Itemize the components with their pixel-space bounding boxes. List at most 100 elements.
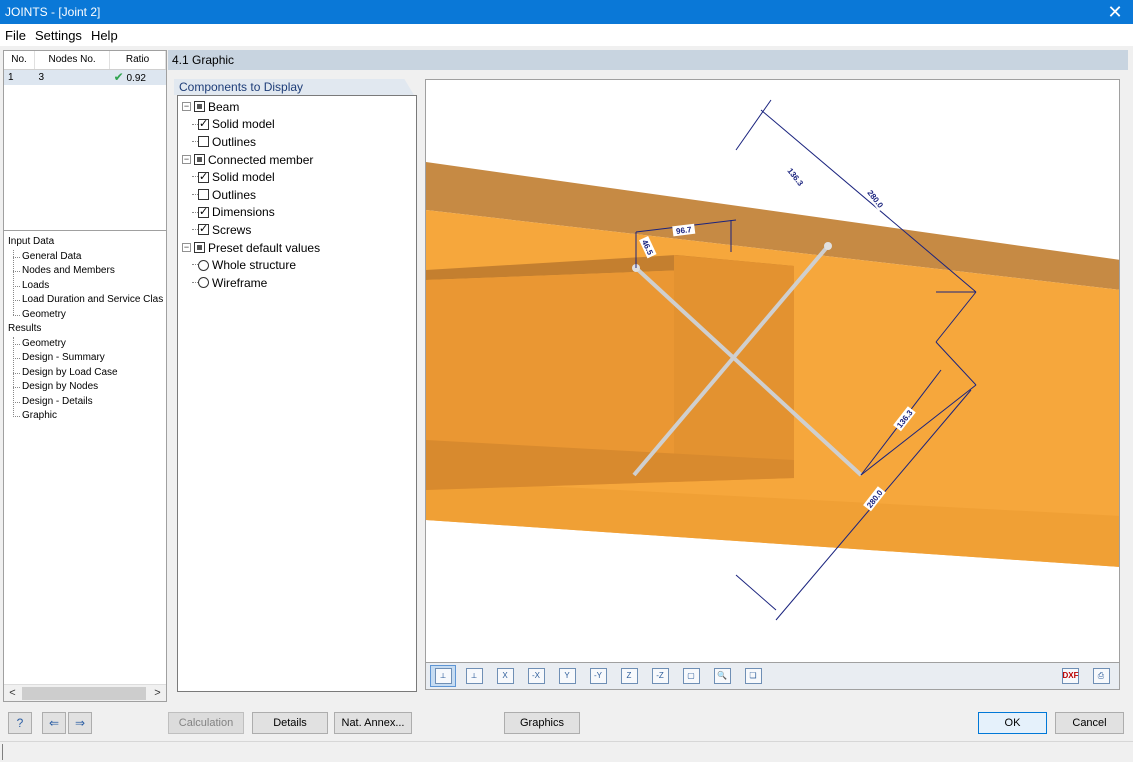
title-bar: JOINTS - [Joint 2] ✕	[0, 0, 1133, 24]
zoom-icon[interactable]: 🔍	[709, 665, 735, 687]
beam-checkbox[interactable]	[194, 101, 205, 113]
nav-item-design-load-case[interactable]: Design by Load Case	[8, 366, 166, 381]
member-node[interactable]: − Connected member	[182, 151, 416, 169]
member-screws-checkbox[interactable]	[198, 222, 209, 236]
beam-outlines-label: Outlines	[212, 134, 257, 149]
view-z-icon[interactable]: Z	[616, 665, 642, 687]
collapse-icon[interactable]: −	[182, 102, 191, 112]
collapse-icon[interactable]: −	[182, 155, 191, 165]
menu-settings[interactable]: Settings	[30, 28, 86, 43]
collapse-icon[interactable]: −	[182, 243, 191, 253]
col-nodes[interactable]: Nodes No.	[34, 51, 111, 70]
beam-node[interactable]: − Beam	[182, 98, 416, 116]
nav-tree: Input Data General Data Nodes and Member…	[4, 231, 166, 424]
view-neg-y-icon[interactable]: -Y	[585, 665, 611, 687]
beam-solid-model[interactable]: Solid model	[182, 116, 416, 134]
nav-item-design-details[interactable]: Design - Details	[8, 395, 166, 410]
beam-outlines-checkbox[interactable]	[198, 136, 209, 148]
graphic-toolbar: ⟂ ⟂ X -X Y -Y Z -Z ▢ 🔍 ❏ DXF ⎙	[425, 663, 1120, 690]
nav-item-nodes-members[interactable]: Nodes and Members	[8, 264, 166, 279]
nat-annex-button[interactable]: Nat. Annex...	[334, 712, 412, 734]
scroll-left-icon[interactable]: <	[4, 687, 21, 699]
view-neg-x-icon[interactable]: -X	[523, 665, 549, 687]
whole-structure-radio[interactable]	[198, 259, 209, 271]
whole-structure-label: Whole structure	[212, 258, 297, 273]
cell-nodes: 3	[34, 69, 110, 85]
status-bar	[0, 741, 1133, 762]
nav-item-graphic[interactable]: Graphic	[8, 409, 166, 424]
components-panel: − Beam Solid model Outlines − Connected …	[177, 95, 417, 692]
graphic-view[interactable]: 136.3 280.0 96.7 46.5 136.3 280.0	[425, 79, 1120, 663]
member-screws[interactable]: Screws	[182, 221, 416, 239]
scroll-thumb[interactable]	[22, 687, 146, 700]
member-outlines-checkbox[interactable]	[198, 189, 209, 201]
graphics-button[interactable]: Graphics	[504, 712, 580, 734]
nav-item-input-geometry[interactable]: Geometry	[8, 308, 166, 323]
close-icon[interactable]: ✕	[1097, 0, 1133, 24]
beam-solid-label: Solid model	[212, 117, 275, 132]
dxf-export-icon[interactable]: DXF	[1057, 665, 1083, 687]
col-no[interactable]: No.	[4, 51, 36, 70]
table-row[interactable]: 1 3 ✔ 0.92	[4, 69, 166, 85]
ratio-value: 0.92	[126, 73, 146, 85]
preset-node[interactable]: − Preset default values	[182, 239, 416, 257]
member-right-face	[674, 255, 794, 482]
print-icon[interactable]: ⎙	[1088, 665, 1114, 687]
nav-item-results-geometry[interactable]: Geometry	[8, 337, 166, 352]
member-solid-model[interactable]: Solid model	[182, 168, 416, 186]
screw-head-2	[824, 242, 832, 250]
view-iso-icon[interactable]: ⟂	[430, 665, 456, 687]
beam-outlines[interactable]: Outlines	[182, 133, 416, 151]
view-iso2-icon[interactable]: ⟂	[461, 665, 487, 687]
col-ratio[interactable]: Ratio	[109, 51, 166, 70]
cancel-button[interactable]: Cancel	[1055, 712, 1124, 734]
nav-item-design-summary[interactable]: Design - Summary	[8, 351, 166, 366]
menu-file[interactable]: File	[0, 28, 30, 43]
member-dimensions-label: Dimensions	[212, 205, 275, 220]
components-tab[interactable]: Components to Display	[174, 79, 414, 95]
nav-item-loads[interactable]: Loads	[8, 279, 166, 294]
joints-table-area: No. Nodes No. Ratio 1 3 ✔ 0.92	[4, 51, 166, 231]
view-y-icon[interactable]: Y	[554, 665, 580, 687]
menu-help[interactable]: Help	[86, 28, 122, 43]
wireframe-radio[interactable]	[198, 277, 209, 289]
nav-group-input[interactable]: Input Data	[8, 235, 166, 250]
preset-wireframe[interactable]: Wireframe	[182, 274, 416, 292]
member-dimensions-checkbox[interactable]	[198, 205, 209, 218]
layers-icon[interactable]: ❏	[740, 665, 766, 687]
joint-3d-model[interactable]: 136.3 280.0 96.7 46.5 136.3 280.0	[426, 80, 1120, 663]
nav-item-general-data[interactable]: General Data	[8, 250, 166, 265]
horizontal-scrollbar[interactable]: < >	[4, 684, 166, 701]
nav-item-design-nodes[interactable]: Design by Nodes	[8, 380, 166, 395]
preset-checkbox[interactable]	[194, 242, 205, 254]
joints-table: No. Nodes No. Ratio 1 3 ✔ 0.92	[4, 51, 166, 85]
beam-label: Beam	[208, 99, 240, 114]
scroll-right-icon[interactable]: >	[149, 687, 166, 699]
export-icon[interactable]: ⇒	[68, 712, 92, 734]
preset-whole-structure[interactable]: Whole structure	[182, 256, 416, 274]
member-dimensions[interactable]: Dimensions	[182, 204, 416, 222]
member-checkbox[interactable]	[194, 154, 205, 166]
import-icon[interactable]: ⇐	[42, 712, 66, 734]
cell-ratio: ✔ 0.92	[109, 69, 166, 85]
nav-group-results[interactable]: Results	[8, 322, 166, 337]
check-ok-icon: ✔	[113, 70, 124, 85]
details-button[interactable]: Details	[252, 712, 328, 734]
preset-label: Preset default values	[208, 240, 321, 255]
calculation-button[interactable]: Calculation	[168, 712, 244, 734]
view-x-icon[interactable]: X	[492, 665, 518, 687]
cube-icon[interactable]: ▢	[678, 665, 704, 687]
beam-solid-checkbox[interactable]	[198, 117, 209, 130]
member-solid-checkbox[interactable]	[198, 170, 209, 183]
member-label: Connected member	[208, 152, 314, 167]
member-outlines[interactable]: Outlines	[182, 186, 416, 204]
menu-bar: File Settings Help	[0, 24, 1133, 46]
nav-item-load-duration[interactable]: Load Duration and Service Clas	[8, 293, 166, 308]
help-icon[interactable]: ?	[8, 712, 32, 734]
section-title: 4.1 Graphic	[172, 53, 235, 67]
window-title: JOINTS - [Joint 2]	[5, 5, 101, 19]
member-screws-label: Screws	[212, 222, 252, 237]
bottom-bar: ? ⇐ ⇒ Calculation Details Nat. Annex... …	[0, 705, 1133, 741]
ok-button[interactable]: OK	[978, 712, 1047, 734]
view-neg-z-icon[interactable]: -Z	[647, 665, 673, 687]
